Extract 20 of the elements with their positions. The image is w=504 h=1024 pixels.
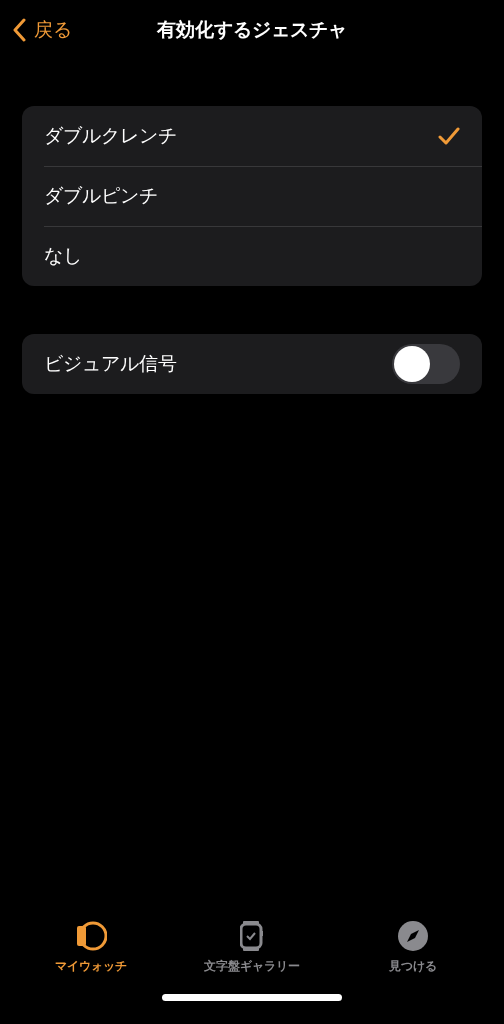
option-row[interactable]: ダブルクレンチ: [22, 106, 482, 166]
tab-item[interactable]: 見つける: [338, 920, 489, 990]
tab-label: 見つける: [389, 958, 438, 975]
option-label: なし: [44, 243, 82, 268]
tab-item[interactable]: 文字盤ギャラリー: [177, 920, 327, 990]
compass-icon: [397, 920, 430, 952]
option-row[interactable]: なし: [22, 226, 482, 286]
watch-icon: [240, 920, 264, 952]
chevron-left-icon: [12, 18, 26, 42]
tab-item[interactable]: マイウォッチ: [15, 920, 166, 990]
option-row[interactable]: ダブルピンチ: [22, 166, 482, 226]
toggle-switch[interactable]: [392, 344, 460, 384]
setting-label: ビジュアル信号: [44, 351, 177, 376]
tab-label: 文字盤ギャラリー: [204, 958, 300, 975]
tab-label: マイウォッチ: [54, 958, 127, 975]
option-label: ダブルクレンチ: [44, 123, 177, 148]
back-button[interactable]: 戻る: [12, 17, 72, 43]
page-title: 有効化するジェスチャ: [157, 17, 347, 42]
option-label: ダブルピンチ: [44, 183, 158, 208]
watch-band-icon: [74, 920, 107, 952]
